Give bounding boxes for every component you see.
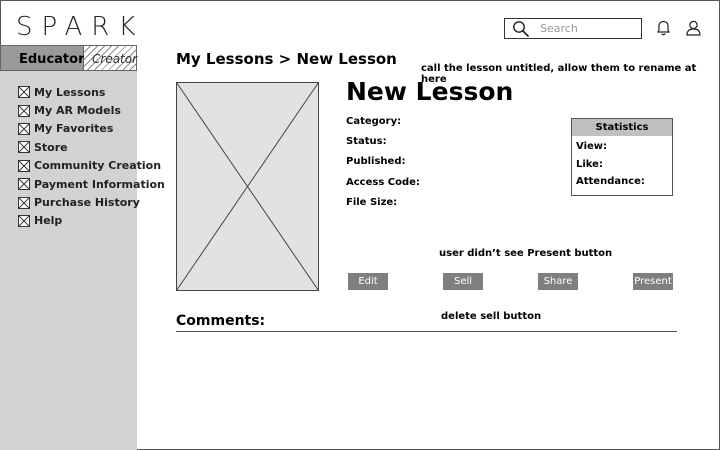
lesson-details: Category: Status: Published: Access Code… [346,116,420,217]
attendance-label: Attendance: [576,176,645,187]
comments-heading: Comments: [176,313,266,329]
sidebar-item-community-creation[interactable]: Community Creation [18,157,165,175]
sidebar-item-my-favorites[interactable]: My Favorites [18,120,165,138]
breadcrumb-separator: > [278,50,292,68]
placeholder-icon [18,196,30,209]
search-input[interactable]: Search [504,18,642,39]
sidebar-item-label: My Lessons [34,85,106,99]
placeholder-icon [18,122,30,135]
present-button[interactable]: Present [633,273,673,290]
like-label: Like: [576,158,603,170]
access-code-label: Access Code: [346,176,420,188]
view-label: View: [576,141,608,152]
placeholder-icon [18,141,30,154]
breadcrumb-current: New Lesson [296,50,397,68]
placeholder-icon [18,214,30,227]
sidebar-item-store[interactable]: Store [18,138,165,156]
tab-creator[interactable]: Creator [84,45,137,71]
app-logo[interactable]: SPARK [16,12,144,42]
sidebar-item-help[interactable]: Help [18,212,165,230]
search-placeholder: Search [540,22,578,35]
placeholder-icon [18,86,30,99]
breadcrumb-my-lessons[interactable]: My Lessons [176,50,273,68]
sidebar-item-label: Help [34,214,63,228]
sidebar-item-label: My AR Models [34,104,121,118]
status-label: Status: [346,136,387,148]
sidebar-item-label: Payment Information [34,177,165,191]
lesson-title[interactable]: New Lesson [346,77,513,106]
sidebar-item-label: Purchase History [34,196,140,210]
sidebar-item-my-lessons[interactable]: My Lessons [18,83,165,101]
statistics-title: Statistics [572,119,672,136]
file-size-label: File Size: [346,196,398,208]
sidebar-item-my-ar-models[interactable]: My AR Models [18,101,165,119]
placeholder-icon [18,104,30,117]
user-icon[interactable] [685,19,702,37]
sidebar-item-label: My Favorites [34,122,114,136]
lesson-thumbnail [176,82,319,291]
category-label: Category: [346,116,402,127]
search-icon [513,21,530,38]
sidebar-item-purchase-history[interactable]: Purchase History [18,193,165,211]
tab-educator[interactable]: Educator [0,45,84,71]
sidebar-nav: My Lessons My AR Models My Favorites Sto… [18,83,165,230]
placeholder-icon [18,178,30,191]
breadcrumb: My Lessons > New Lesson [176,50,397,68]
annotation-present-note: user didn’t see Present button [439,248,613,259]
statistics-panel: Statistics View: Like: Attendance: [571,118,673,196]
sidebar-item-label: Store [34,140,68,154]
comments-divider [176,331,677,332]
share-button[interactable]: Share [538,273,578,290]
sidebar-item-label: Community Creation [34,159,162,173]
published-label: Published: [346,156,406,168]
placeholder-icon [18,159,30,172]
sell-button[interactable]: Sell [443,273,483,290]
annotation-sell-note: delete sell button [441,311,542,322]
edit-button[interactable]: Edit [348,273,388,290]
sidebar-item-payment-information[interactable]: Payment Information [18,175,165,193]
bell-icon[interactable] [655,19,672,37]
